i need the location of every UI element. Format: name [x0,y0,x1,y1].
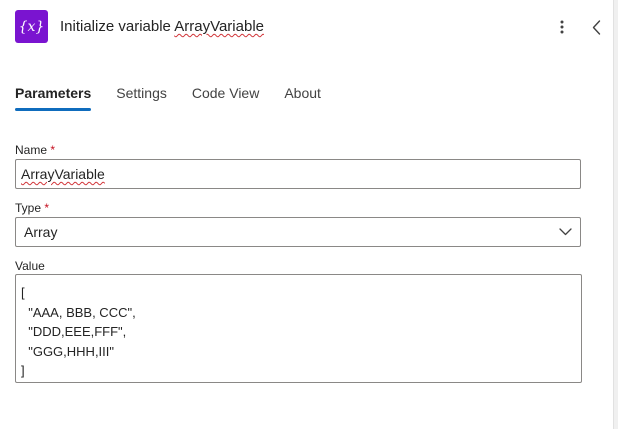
value-label-text: Value [15,259,45,273]
type-dropdown[interactable]: Array [15,217,581,247]
name-label-text: Name [15,143,48,157]
panel-header: {x} Initialize variable ArrayVariable [15,10,605,44]
value-line: [ [21,285,25,300]
type-dropdown-value: Array [24,224,58,240]
action-title-prefix: Initialize variable [60,18,175,35]
value-line: "DDD,EEE,FFF", [21,324,127,339]
tab-parameters[interactable]: Parameters [15,85,92,111]
canvas-edge [613,0,618,429]
tab-settings[interactable]: Settings [116,85,167,111]
chevron-left-icon [592,19,600,35]
type-required-mark: * [44,201,50,215]
action-details-panel: {x} Initialize variable ArrayVariable Pa… [0,0,613,429]
action-title[interactable]: Initialize variable ArrayVariable [60,18,264,35]
name-input[interactable]: ArrayVariable [15,159,581,189]
value-line: "GGG,HHH,III" [21,343,115,359]
tab-code-view[interactable]: Code View [192,85,259,111]
type-field-label: Type * [15,201,49,215]
tab-list: Parameters Settings Code View About [15,85,346,111]
tab-about[interactable]: About [284,85,321,111]
chevron-down-icon [559,228,572,236]
name-field-label: Name * [15,143,55,157]
collapse-panel-button[interactable] [587,15,605,39]
value-line: ] [21,363,25,378]
value-editor[interactable]: [ "AAA, BBB, CCC", "DDD,EEE,FFF", "GGG,H… [15,274,582,383]
action-title-variable: ArrayVariable [174,18,264,35]
more-options-button[interactable] [552,15,572,39]
value-line: "AAA, BBB, CCC", [21,304,136,320]
name-input-value: ArrayVariable [21,166,105,182]
variable-icon: {x} [15,10,48,43]
more-vertical-icon [560,20,564,34]
name-required-mark: * [50,143,56,157]
type-label-text: Type [15,201,42,215]
value-field-label: Value [15,259,45,273]
